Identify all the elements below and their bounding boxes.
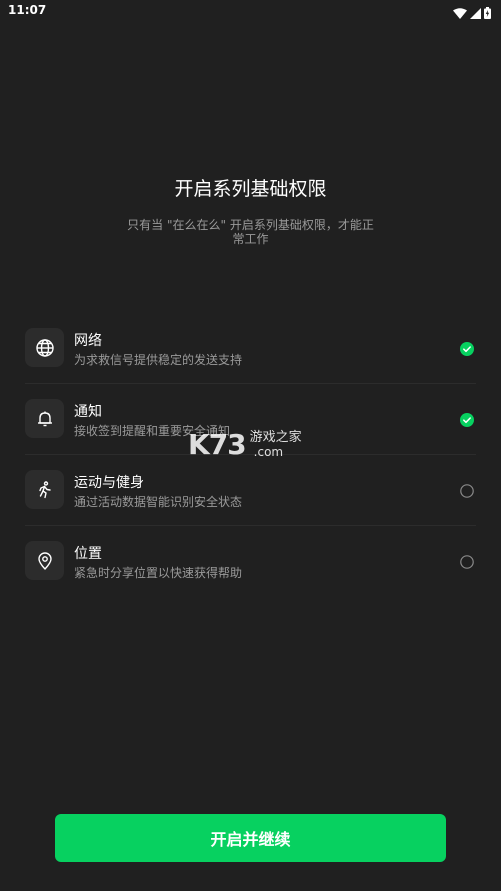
running-person-icon <box>25 470 64 509</box>
battery-icon <box>484 4 491 23</box>
unchecked-icon[interactable] <box>460 554 474 569</box>
permission-title: 位置 <box>74 546 102 562</box>
permission-item-location[interactable]: 位置 紧急时分享位置以快速获得帮助 <box>25 526 476 596</box>
page-subtitle: 只有当 "在么在么" 开启系列基础权限，才能正常工作 <box>127 218 374 246</box>
permission-title: 运动与健身 <box>74 475 144 491</box>
unchecked-icon[interactable] <box>460 483 474 498</box>
permission-description: 通过活动数据智能识别安全状态 <box>74 495 243 509</box>
permission-item-network[interactable]: 网络 为求救信号提供稳定的发送支持 <box>25 313 476 384</box>
checked-icon[interactable] <box>460 412 474 427</box>
globe-icon <box>25 328 64 367</box>
continue-button[interactable]: 开启并继续 <box>55 814 446 862</box>
permission-description: 紧急时分享位置以快速获得帮助 <box>74 566 243 580</box>
permission-title: 通知 <box>74 404 102 420</box>
watermark: K73 游戏之家 .com <box>188 428 302 461</box>
wifi-icon <box>453 4 467 23</box>
watermark-logo: K73 <box>188 428 247 461</box>
permission-description: 为求救信号提供稳定的发送支持 <box>74 353 243 367</box>
permission-item-fitness[interactable]: 运动与健身 通过活动数据智能识别安全状态 <box>25 455 476 526</box>
bell-icon <box>25 399 64 438</box>
status-time: 11:07 <box>8 3 47 17</box>
status-bar: 11:07 <box>0 0 501 22</box>
watermark-name: 游戏之家 <box>249 429 302 445</box>
watermark-domain: .com <box>253 444 284 459</box>
permission-title: 网络 <box>74 333 102 349</box>
checked-icon[interactable] <box>460 341 474 356</box>
status-icons <box>453 4 491 23</box>
location-pin-icon <box>25 541 64 580</box>
page-title: 开启系列基础权限 <box>174 178 327 200</box>
signal-icon <box>470 4 481 23</box>
